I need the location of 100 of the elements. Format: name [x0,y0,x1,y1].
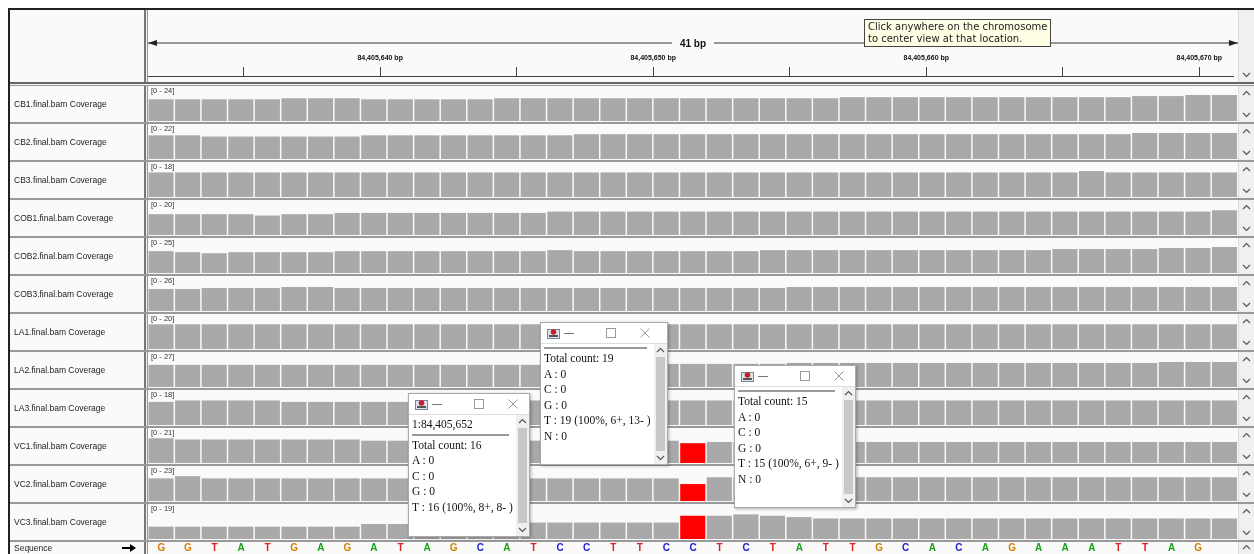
track-name[interactable]: COB2.final.bam Coverage [10,251,144,261]
mismatch-bar [680,484,706,501]
scroll-up-icon[interactable] [1242,90,1251,96]
track-name[interactable]: CB2.final.bam Coverage [10,137,144,147]
close-icon[interactable] [640,328,650,338]
scroll-down-icon[interactable] [1242,188,1251,194]
base-letter: G [875,542,883,554]
track-name[interactable]: CB1.final.bam Coverage [10,99,144,109]
strand-arrow-icon[interactable] [122,544,136,552]
base-letter: G [449,542,458,554]
scroll-down-icon[interactable] [1242,226,1251,232]
base-letter: C [742,542,750,554]
base-letter: A [1088,542,1096,554]
base-letter: T [211,542,218,554]
scroll-up-icon[interactable] [1242,470,1251,476]
track-name[interactable]: VC3.final.bam Coverage [10,517,144,527]
count-text: A : 0 [412,453,436,468]
maximize-icon[interactable] [474,399,484,409]
base-letter: A [1061,542,1069,554]
base-letter: T [822,542,829,554]
count-text: C : 0 [544,382,568,397]
scroll-up-icon[interactable] [1242,128,1251,134]
scrollbar[interactable] [654,344,667,464]
scroll-down-icon[interactable] [1242,112,1251,118]
scroll-thumb[interactable] [656,357,665,451]
track-name[interactable]: COB3.final.bam Coverage [10,289,144,299]
maximize-icon[interactable] [606,328,616,338]
scroll-up-icon[interactable] [1242,318,1251,324]
base-letter: C [476,542,484,554]
base-letter: C [689,542,697,554]
scroll-up-icon[interactable] [1242,280,1251,286]
track-name[interactable]: LA2.final.bam Coverage [10,365,144,375]
base-letter: T [397,542,404,554]
scroll-down-icon[interactable] [656,455,665,461]
count-text: Total count: 16 [412,437,483,453]
scroll-up-icon[interactable] [656,347,665,353]
scroll-down-icon[interactable] [1242,264,1251,270]
maximize-icon[interactable] [800,371,810,381]
scrollbar[interactable] [516,415,529,536]
scroll-down-icon[interactable] [1242,150,1251,156]
close-icon[interactable] [834,371,844,381]
base-letter: A [503,542,511,554]
scroll-thumb[interactable] [518,428,527,523]
scroll-down-icon[interactable] [1242,302,1251,308]
scroll-up-icon[interactable] [1242,544,1251,550]
count-text: C : 0 [738,425,762,440]
scroll-up-icon[interactable] [1242,394,1251,400]
base-letter: A [1035,542,1043,554]
track-name[interactable]: LA3.final.bam Coverage [10,403,144,413]
scroll-down-icon[interactable] [1242,454,1251,460]
track-name[interactable]: CB3.final.bam Coverage [10,175,144,185]
scroll-down-icon[interactable] [1242,378,1251,384]
base-letter: A [795,542,803,554]
track-name[interactable]: COB1.final.bam Coverage [10,213,144,223]
count-text: A : 0 [738,409,762,425]
app-icon [415,398,428,410]
scroll-thumb[interactable] [844,400,853,494]
base-letter: A [370,542,378,554]
track-name[interactable]: VC1.final.bam Coverage [10,441,144,451]
scroll-up-icon[interactable] [1242,242,1251,248]
base-letter: C [902,542,910,554]
scroll-up-icon[interactable] [1242,508,1251,514]
mismatch-bar [680,443,706,463]
scroll-up-icon[interactable] [1242,204,1251,210]
scroll-down-icon[interactable] [844,498,853,504]
base-letter: C [556,542,564,554]
scroll-down-icon[interactable] [518,527,527,533]
scroll-up-icon[interactable] [1242,356,1251,362]
track-name[interactable]: VC2.final.bam Coverage [10,479,144,489]
base-letter: A [981,542,990,554]
count-text: G : 0 [412,484,436,499]
scroll-up-icon[interactable] [518,418,527,424]
scroll-down-icon[interactable] [1242,492,1251,498]
count-text: G : 0 [544,397,568,413]
locus-text: 1:84,405,652 [412,417,474,432]
scroll-down-icon[interactable] [1242,416,1251,422]
count-text: A : 0 [544,366,568,382]
scroll-down-icon[interactable] [1242,340,1251,346]
sequence-label: Sequence [14,543,53,553]
count-text: N : 0 [544,428,568,444]
app-icon [547,327,560,339]
count-text: T : 15 (100%, 6+, 9- ) [738,456,839,472]
base-letter: C [583,542,591,554]
scroll-up-icon[interactable] [1242,432,1251,438]
mismatch-bar [680,515,706,539]
track-name[interactable]: LA1.final.bam Coverage [10,327,144,337]
scroll-down-icon[interactable] [1242,72,1251,78]
base-letter: A [928,542,936,554]
base-letter: G [157,542,166,554]
close-icon[interactable] [508,399,518,409]
base-letter: T [636,542,643,554]
count-text: C : 0 [412,468,436,484]
scroll-down-icon[interactable] [1242,530,1251,536]
scrollbar[interactable] [842,387,855,507]
base-letter: T [716,542,723,554]
base-letter: A [317,542,325,554]
scroll-up-icon[interactable] [1242,166,1251,172]
count-text: N : 0 [738,471,762,487]
span-length-label: 41 bp [678,37,708,49]
scroll-up-icon[interactable] [844,390,853,396]
